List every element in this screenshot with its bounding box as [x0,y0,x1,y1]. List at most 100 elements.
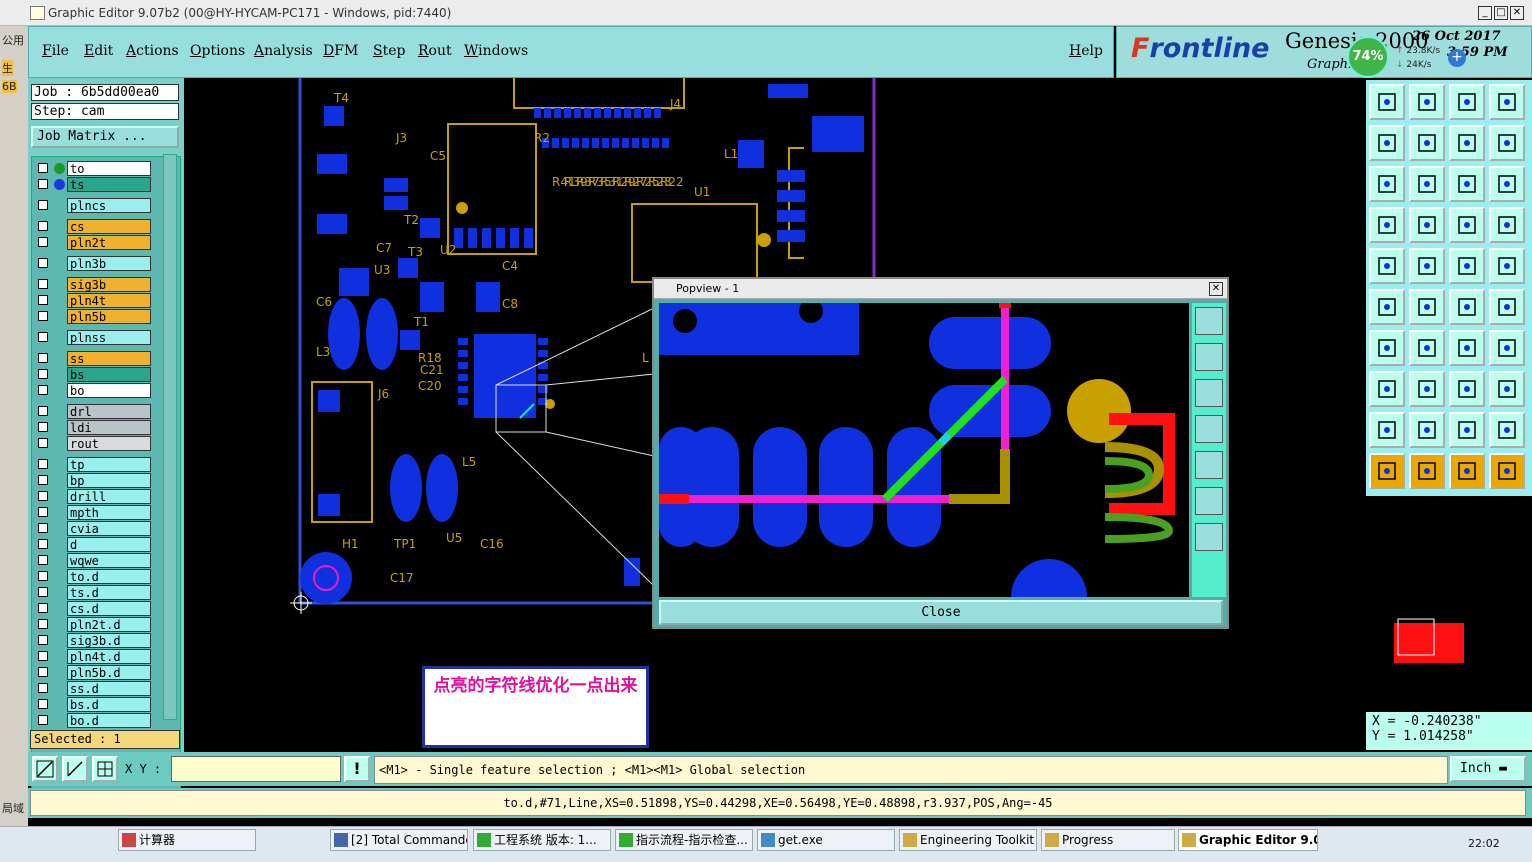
layer-name[interactable]: ts [67,177,151,192]
layer-checkbox[interactable] [38,258,48,268]
add-circle-icon[interactable] [1489,248,1525,284]
layer-row[interactable]: ss.d [34,681,154,696]
arrow-up-right-icon[interactable] [1449,289,1485,325]
triangle-b-icon[interactable] [1409,412,1445,448]
popview-pan-left-icon[interactable] [1195,415,1223,443]
layer-checkbox[interactable] [38,332,48,342]
move-up-icon[interactable] [1369,84,1405,120]
layer-row[interactable]: cvia [34,521,154,536]
snap-icon[interactable] [32,756,58,782]
grid-toggle-icon[interactable] [1409,207,1445,243]
popview-canvas[interactable] [659,303,1189,597]
layer-row[interactable]: pln4t.d [34,649,154,664]
cross-icon[interactable] [1409,289,1445,325]
layer-checkbox[interactable] [38,571,48,581]
arrow-red-icon[interactable] [1489,289,1525,325]
route-icon[interactable] [1489,453,1525,489]
triangle-a-icon[interactable] [1369,412,1405,448]
task-engineering-system[interactable]: 工程系统 版本: 1... [473,829,611,851]
alert-icon[interactable]: ! [344,756,370,782]
layer-name[interactable]: sig3b [67,277,151,292]
layer-row[interactable]: bs [34,367,154,382]
layer-row[interactable]: bo [34,383,154,398]
ruler-icon[interactable] [1449,248,1485,284]
layer-name[interactable]: cs [67,219,151,234]
layer-row[interactable]: ts [34,177,154,192]
layer-name[interactable]: drill [67,489,151,504]
layer-row[interactable]: pln2t.d [34,617,154,632]
menu-edit[interactable]: Edit [84,43,113,59]
layer-row[interactable]: plnss [34,330,154,345]
layer-name[interactable]: pln2t [67,235,151,250]
layer-row[interactable]: to [34,161,154,176]
measure-icon[interactable] [1449,371,1485,407]
layer-checkbox[interactable] [38,491,48,501]
layer-row[interactable]: ldi [34,420,154,435]
menu-windows[interactable]: Windows [464,43,528,59]
popview-close-icon[interactable]: ✕ [1209,282,1223,296]
snap-a-icon[interactable] [1449,207,1485,243]
angle-icon[interactable] [1369,330,1405,366]
layer-row[interactable]: rout [34,436,154,451]
fit-icon[interactable] [1369,166,1405,202]
popview-zoom-out-icon[interactable] [1195,523,1223,551]
rotate-icon[interactable] [1449,330,1485,366]
popview-close-button[interactable]: Close [659,600,1223,625]
select-arrow-2-icon[interactable] [1409,453,1445,489]
task-engineering-toolkit[interactable]: Engineering Toolkit 9... [899,829,1037,851]
layer-name[interactable]: d [67,537,151,552]
layer-row[interactable]: to.d [34,569,154,584]
close-window-button[interactable]: ✕ [1510,6,1524,20]
layer-checkbox[interactable] [38,295,48,305]
mini-map[interactable] [1368,528,1530,704]
layer-name[interactable]: ldi [67,420,151,435]
layer-row[interactable]: bo.d [34,713,154,728]
layer-row[interactable]: pln3b [34,256,154,271]
layer-name[interactable]: mpth [67,505,151,520]
network-usage-badge[interactable]: 74% [1347,36,1389,78]
grid-icon[interactable] [92,756,118,782]
select-box-icon[interactable] [1369,371,1405,407]
layer-name[interactable]: bp [67,473,151,488]
layer-checkbox[interactable] [38,555,48,565]
layer-checkbox[interactable] [38,200,48,210]
layer-row[interactable]: pln5b.d [34,665,154,680]
task-graphic-editor[interactable]: Graphic Editor 9.0... [1178,829,1318,851]
layer-name[interactable]: bs [67,367,151,382]
layer-checkbox[interactable] [38,438,48,448]
layer-name[interactable]: to.d [67,569,151,584]
undo-view-icon[interactable] [1449,125,1485,161]
task-get-exe[interactable]: get.exe [757,829,895,851]
task-instruction-flow[interactable]: 指示流程-指示检查... [615,829,753,851]
layer-checkbox[interactable] [38,651,48,661]
menu-options[interactable]: Options [190,43,245,59]
layer-list-scrollbar[interactable] [163,154,177,720]
layer-name[interactable]: pln4t.d [67,649,151,664]
minimize-button[interactable]: _ [1478,6,1492,20]
layer-name[interactable]: tp [67,457,151,472]
layer-checkbox[interactable] [38,406,48,416]
menu-actions[interactable]: Actions [126,43,179,59]
task-total-commander[interactable]: [2] Total Commander... [330,829,468,851]
menu-analysis[interactable]: Analysis [254,43,313,59]
job-matrix-button[interactable]: Job Matrix ... [31,126,179,148]
layer-name[interactable]: pln4t [67,293,151,308]
popview-pan-up-icon[interactable] [1195,343,1223,371]
layer-name[interactable]: pln3b [67,256,151,271]
layer-checkbox[interactable] [38,715,48,725]
layer-checkbox[interactable] [38,279,48,289]
maximize-button[interactable]: □ [1494,6,1508,20]
move-down-icon[interactable] [1409,84,1445,120]
task-progress[interactable]: Progress [1041,829,1175,851]
line-red-icon[interactable] [1409,371,1445,407]
layer-checkbox[interactable] [38,385,48,395]
layer-checkbox[interactable] [38,699,48,709]
layer-checkbox[interactable] [38,422,48,432]
layer-row[interactable]: d [34,537,154,552]
measure-icon[interactable] [62,756,88,782]
layer-name[interactable]: pln5b.d [67,665,151,680]
snap-b-icon[interactable] [1489,207,1525,243]
home-icon[interactable] [1449,84,1485,120]
zoom-icon[interactable] [1409,166,1445,202]
units-select[interactable]: Inch ▬ [1450,756,1526,782]
